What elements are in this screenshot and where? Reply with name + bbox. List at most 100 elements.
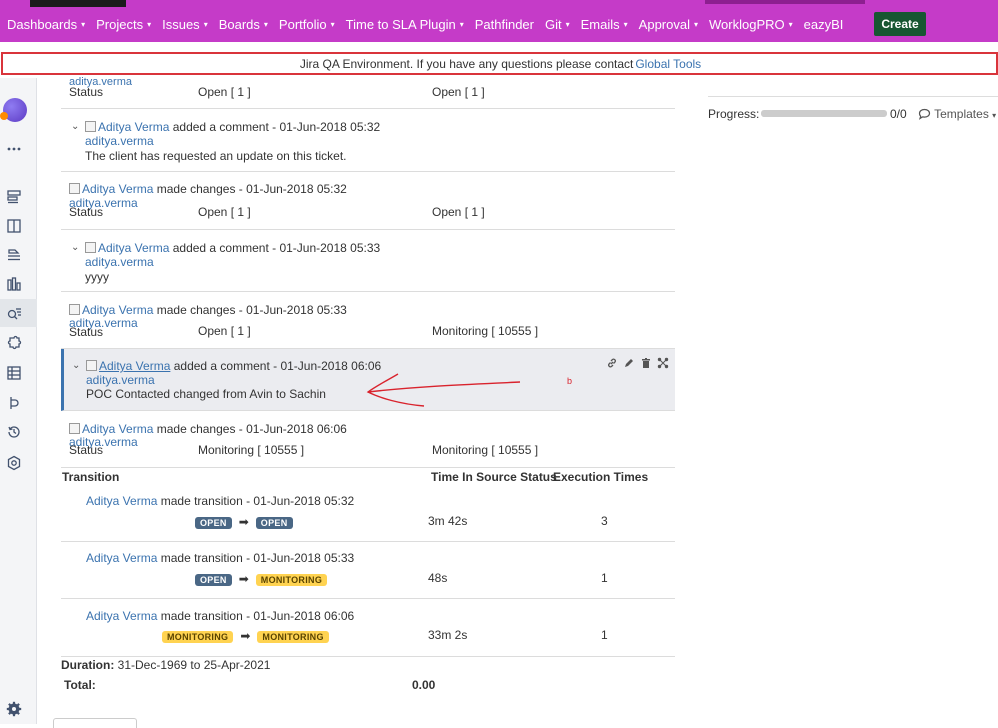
nav-item-label: Dashboards — [7, 16, 78, 32]
avatar-broken-image-icon — [69, 423, 80, 434]
announcement-banner: Jira QA Environment. If you have any que… — [1, 52, 998, 75]
banner-link[interactable]: Global Tools — [635, 57, 701, 71]
jira-logo[interactable] — [30, 0, 126, 7]
comment-entry: ⌄ Aditya Verma added a comment - 01-Jun-… — [61, 231, 675, 292]
nav-item-dashboards[interactable]: Dashboards ▾ — [7, 17, 85, 32]
old-value: Monitoring [ 10555 ] — [198, 443, 305, 457]
transition-statuses: OPEN ➡ MONITORING — [195, 572, 328, 586]
nav-item-label: Emails — [580, 16, 620, 32]
chevron-down-icon: ▾ — [623, 19, 628, 29]
changed-field-name: Status — [69, 205, 104, 219]
progress-label: Progress: — [708, 107, 760, 121]
avatar-broken-image-icon — [69, 304, 80, 315]
new-value: Open [ 1 ] — [432, 205, 485, 219]
change-action-text: made changes - 01-Jun-2018 06:06 — [156, 422, 347, 436]
change-entry: Aditya Verma made changes - 01-Jun-2018 … — [61, 412, 675, 468]
table-icon[interactable] — [5, 364, 23, 382]
gear-icon[interactable] — [5, 700, 23, 718]
execution-times: 3 — [601, 514, 608, 528]
duration-line: Duration: 31-Dec-1969 to 25-Apr-2021 — [61, 658, 270, 672]
bottom-button-stub[interactable] — [53, 718, 137, 728]
reports-icon[interactable] — [5, 275, 23, 293]
more-icon[interactable] — [5, 140, 23, 158]
transition-author-link[interactable]: Aditya Verma — [86, 551, 157, 565]
new-value: Open [ 1 ] — [432, 85, 485, 99]
comment-author-link[interactable]: Aditya Verma — [98, 241, 169, 255]
nav-item-label: WorklogPRO — [709, 16, 785, 32]
to-status-lozenge: MONITORING — [255, 574, 328, 586]
nav-item-eazybi[interactable]: eazyBI — [804, 17, 844, 32]
avatar-broken-image-icon — [85, 242, 96, 253]
collapse-toggle-icon[interactable]: ⌄ — [71, 121, 79, 132]
nav-item-label: Portfolio — [278, 16, 327, 32]
comment-author-link[interactable]: Aditya Verma — [98, 120, 169, 134]
avatar-broken-image-icon — [69, 183, 80, 194]
comment-author-link[interactable]: Aditya Verma — [99, 359, 170, 373]
arrow-right-icon: ➡ — [238, 515, 249, 529]
edit-icon[interactable] — [623, 357, 635, 372]
create-button[interactable]: Create — [874, 12, 926, 36]
permalink-icon[interactable] — [606, 357, 618, 372]
project-avatar[interactable] — [0, 98, 27, 122]
change-entry: Aditya Verma made changes - 01-Jun-2018 … — [61, 293, 675, 349]
change-author-link[interactable]: Aditya Verma — [82, 422, 153, 436]
transition-statuses: OPEN ➡ OPEN — [195, 515, 293, 529]
comment-user-id[interactable]: aditya.verma — [85, 134, 154, 148]
nav-item-pathfinder[interactable]: Pathfinder — [475, 17, 534, 32]
code-branch-icon[interactable] — [5, 394, 23, 412]
nav-item-worklogpro[interactable]: WorklogPRO ▾ — [709, 17, 793, 32]
backlog-icon[interactable] — [5, 188, 23, 206]
comment-body: The client has requested an update on th… — [85, 149, 347, 163]
time-in-status: 33m 2s — [428, 628, 468, 642]
change-author-link[interactable]: Aditya Verma — [82, 303, 153, 317]
nav-item-projects[interactable]: Projects ▾ — [96, 17, 151, 32]
transition-author-link[interactable]: Aditya Verma — [86, 609, 157, 623]
comment-body: yyyy — [85, 270, 109, 284]
nav-item-portfolio[interactable]: Portfolio ▾ — [279, 17, 335, 32]
chevron-down-icon: ▾ — [263, 19, 268, 29]
change-header: Aditya Verma made changes - 01-Jun-2018 … — [69, 182, 347, 196]
progress-count: 0/0 — [890, 107, 907, 121]
transition-author-link[interactable]: Aditya Verma — [86, 494, 157, 508]
time-in-status: 48s — [428, 571, 448, 585]
history-icon[interactable] — [5, 423, 23, 441]
nav-item-label: Issues — [162, 16, 200, 32]
transition-row: Aditya Verma made transition - 01-Jun-20… — [61, 543, 675, 599]
board-icon[interactable] — [5, 217, 23, 235]
nav-item-boards[interactable]: Boards ▾ — [219, 17, 268, 32]
nav-item-emails[interactable]: Emails ▾ — [581, 17, 628, 32]
execution-times: 1 — [601, 628, 608, 642]
components-icon[interactable] — [5, 334, 23, 352]
change-author-link[interactable]: Aditya Verma — [82, 182, 153, 196]
templates-button[interactable]: Templates ▾ — [918, 107, 996, 121]
transition-row: Aditya Verma made transition - 01-Jun-20… — [61, 600, 675, 657]
nav-item-approval[interactable]: Approval ▾ — [639, 17, 698, 32]
project-sidebar — [0, 78, 37, 724]
arrow-right-icon: ➡ — [238, 572, 249, 586]
settings-hex-icon[interactable] — [5, 454, 23, 472]
collapse-toggle-icon[interactable]: ⌄ — [72, 360, 80, 371]
time-in-status: 3m 42s — [428, 514, 468, 528]
nav-item-label: eazyBI — [803, 16, 844, 32]
transition-action-text: made transition - 01-Jun-2018 05:33 — [160, 551, 355, 565]
share-icon[interactable] — [657, 357, 669, 372]
nav-item-label: Approval — [638, 16, 690, 32]
search-box[interactable] — [705, 0, 865, 4]
releases-icon[interactable] — [5, 246, 23, 264]
issues-search-icon[interactable] — [5, 304, 23, 322]
nav-item-time-to-sla-plugin[interactable]: Time to SLA Plugin ▾ — [346, 17, 464, 32]
collapse-toggle-icon[interactable]: ⌄ — [71, 242, 79, 253]
new-value: Monitoring [ 10555 ] — [432, 324, 539, 338]
comment-body: POC Contacted changed from Avin to Sachi… — [86, 387, 326, 401]
chevron-down-icon: ▾ — [147, 19, 152, 29]
comment-header: Aditya Verma added a comment - 01-Jun-20… — [86, 359, 381, 373]
duration-value: 31-Dec-1969 to 25-Apr-2021 — [117, 658, 271, 672]
comment-user-id[interactable]: aditya.verma — [85, 255, 154, 269]
top-navigation-bar: Dashboards ▾ Projects ▾ Issues ▾ Boards ▾ Portfo… — [0, 0, 998, 42]
comment-user-id[interactable]: aditya.verma — [86, 373, 155, 387]
nav-item-issues[interactable]: Issues ▾ — [162, 17, 208, 32]
nav-item-git[interactable]: Git ▾ — [545, 17, 570, 32]
delete-icon[interactable] — [640, 357, 652, 372]
change-header: Aditya Verma made changes - 01-Jun-2018 … — [69, 303, 347, 317]
comment-action-text: added a comment - 01-Jun-2018 05:33 — [172, 241, 381, 255]
